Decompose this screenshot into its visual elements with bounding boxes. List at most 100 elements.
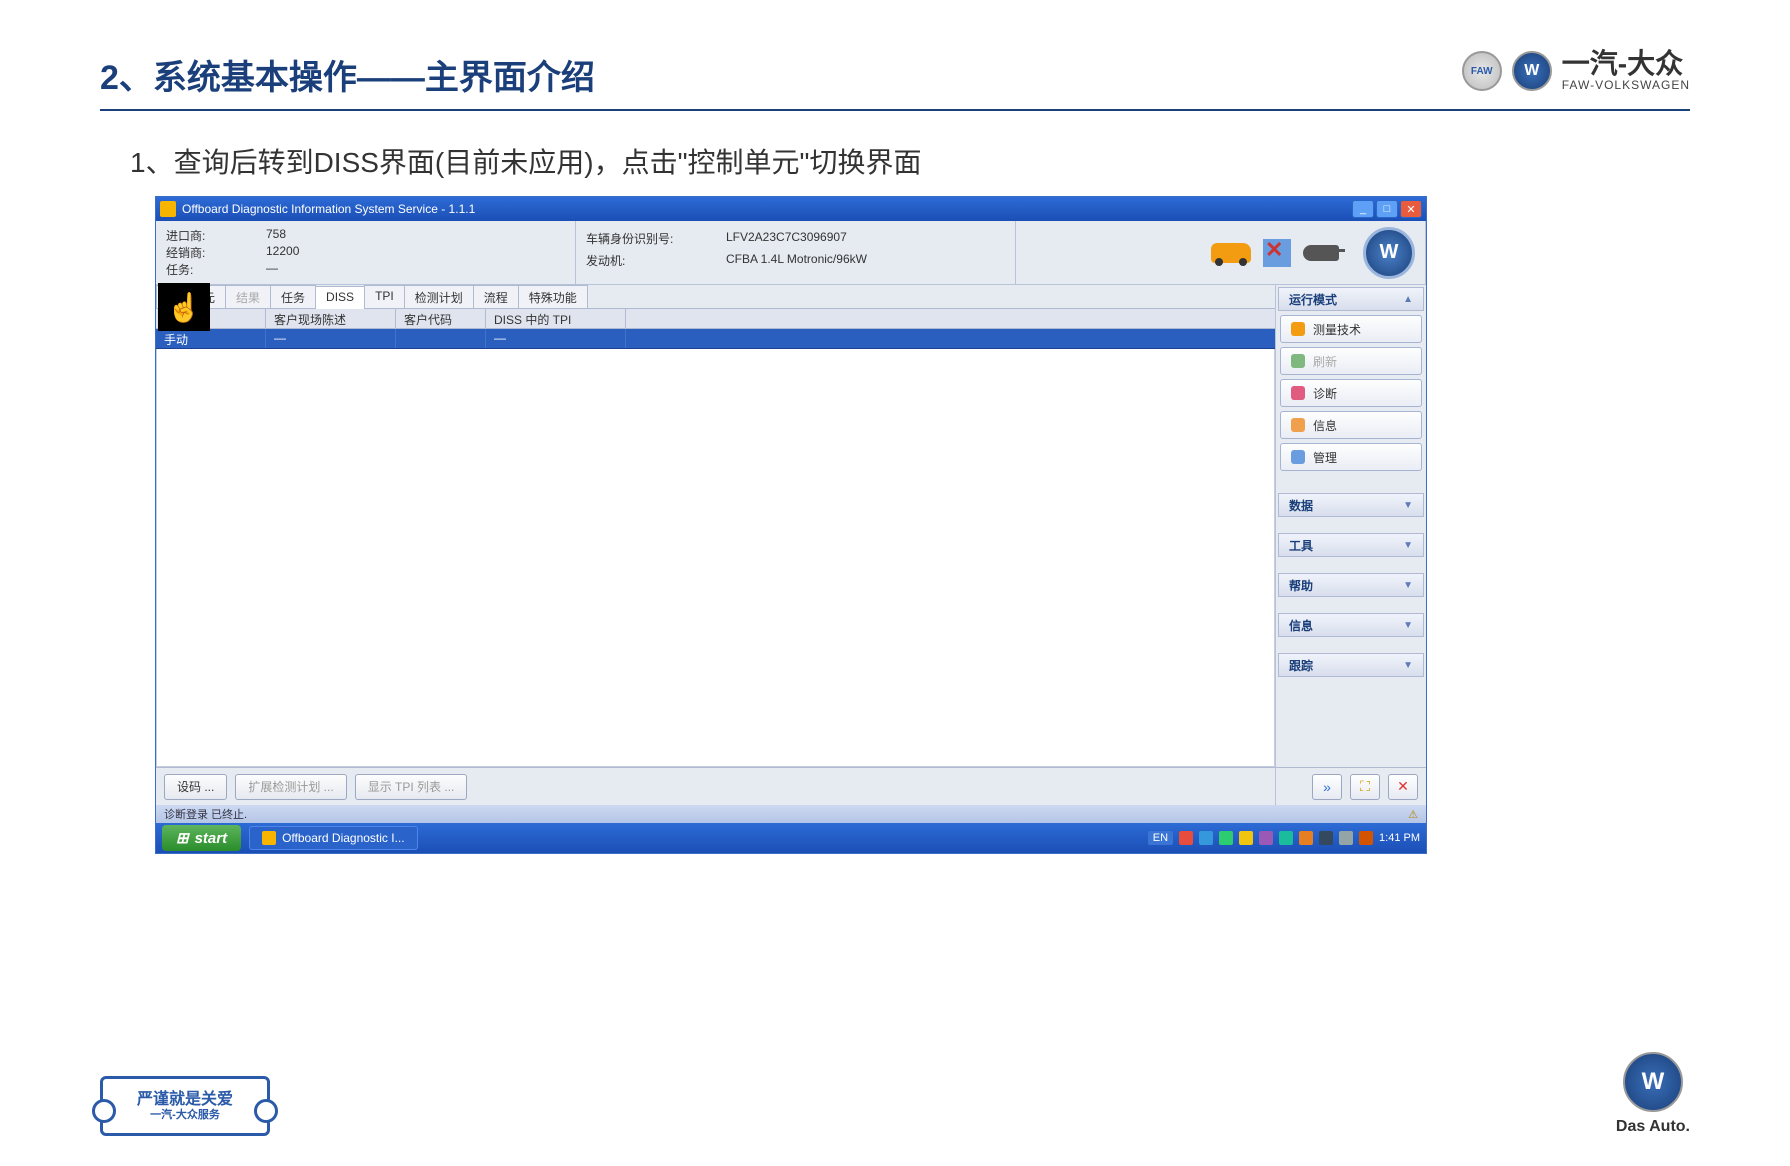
importer-value: 758 — [266, 227, 286, 244]
cell-code — [396, 329, 486, 348]
start-button[interactable]: ⊞start — [162, 825, 241, 851]
btn-coding[interactable]: 设码 ... — [164, 774, 227, 800]
cell-statement: — — [266, 329, 396, 348]
maximize-button[interactable]: □ — [1376, 200, 1398, 218]
app-icon — [262, 831, 276, 845]
engine-label: 发动机: — [586, 252, 726, 269]
minimize-button[interactable]: _ — [1352, 200, 1374, 218]
titlebar: Offboard Diagnostic Information System S… — [156, 197, 1426, 221]
brand-name: 一汽-大众 — [1562, 50, 1690, 78]
btn-refresh[interactable]: 刷新 — [1280, 347, 1422, 375]
tray-icon[interactable] — [1319, 831, 1333, 845]
btn-cancel[interactable]: ✕ — [1388, 774, 1418, 800]
statusbar: 诊断登录 已终止. ⚠ — [156, 805, 1426, 823]
col-statement: 客户现场陈述 — [266, 309, 396, 328]
slide-header: 2、系统基本操作——主界面介绍 FAW W 一汽-大众 FAW-VOLKSWAG… — [100, 50, 1690, 111]
panel-tools-header[interactable]: 工具▼ — [1278, 533, 1424, 557]
info-panel-right: W — [1016, 221, 1426, 284]
btn-show-tpi[interactable]: 显示 TPI 列表 ... — [355, 774, 468, 800]
chevron-down-icon: ▼ — [1403, 540, 1413, 551]
tray-icon[interactable] — [1239, 831, 1253, 845]
window-title: Offboard Diagnostic Information System S… — [182, 202, 475, 216]
table-header: 投诉号 客户现场陈述 客户代码 DISS 中的 TPI — [156, 309, 1275, 329]
status-text: 诊断登录 已终止. — [164, 806, 247, 822]
btn-manage[interactable]: 管理 — [1280, 443, 1422, 471]
tray-icon[interactable] — [1279, 831, 1293, 845]
engine-value: CFBA 1.4L Motronic/96kW — [726, 252, 867, 269]
info-panel-mid: 车辆身份识别号:LFV2A23C7C3096907 发动机:CFBA 1.4L … — [576, 221, 1016, 284]
refresh-icon — [1291, 354, 1305, 368]
system-tray: EN 1:41 PM — [1148, 831, 1420, 845]
tab-bar: 控制单元 结果 任务 DISS TPI 检测计划 流程 特殊功能 — [156, 285, 1275, 309]
gauge-icon — [1291, 322, 1305, 336]
vin-value: LFV2A23C7C3096907 — [726, 230, 847, 247]
disconnect-icon — [1263, 239, 1291, 267]
tab-tpi[interactable]: TPI — [364, 285, 405, 308]
btn-next[interactable]: » — [1312, 774, 1342, 800]
task-value: — — [266, 261, 278, 278]
chevron-down-icon: ▼ — [1403, 500, 1413, 511]
tab-task[interactable]: 任务 — [270, 285, 316, 308]
tray-icon[interactable] — [1299, 831, 1313, 845]
brand-subname: FAW-VOLKSWAGEN — [1562, 78, 1690, 92]
col-code: 客户代码 — [396, 309, 486, 328]
grid-body — [156, 349, 1275, 767]
stamp-line2: 一汽-大众服务 — [137, 1109, 233, 1122]
btn-extend-testplan[interactable]: 扩展检测计划 ... — [235, 774, 346, 800]
col-disstpi: DISS 中的 TPI — [486, 309, 626, 328]
slide-subtitle: 1、查询后转到DISS界面(目前未应用)，点击"控制单元"切换界面 — [130, 141, 1690, 181]
panel-trace-header[interactable]: 跟踪▼ — [1278, 653, 1424, 677]
lang-indicator[interactable]: EN — [1148, 831, 1173, 845]
tab-diss[interactable]: DISS — [315, 286, 365, 309]
tray-icon[interactable] — [1359, 831, 1373, 845]
logo-group: FAW W 一汽-大众 FAW-VOLKSWAGEN — [1462, 50, 1690, 92]
bottom-bar: 设码 ... 扩展检测计划 ... 显示 TPI 列表 ... — [156, 767, 1275, 805]
app-icon — [160, 201, 176, 217]
gear-icon — [1291, 450, 1305, 464]
tray-icon[interactable] — [1339, 831, 1353, 845]
tab-result[interactable]: 结果 — [225, 285, 271, 308]
tab-flow[interactable]: 流程 — [473, 285, 519, 308]
tab-testplan[interactable]: 检测计划 — [404, 285, 474, 308]
vin-label: 车辆身份识别号: — [586, 230, 726, 247]
chevron-down-icon: ▼ — [1403, 580, 1413, 591]
tray-icon[interactable] — [1259, 831, 1273, 845]
stamp-line1: 严谨就是关爱 — [137, 1090, 233, 1109]
cursor-hand-icon — [158, 283, 210, 331]
tray-icon[interactable] — [1179, 831, 1193, 845]
panel-data-header[interactable]: 数据▼ — [1278, 493, 1424, 517]
key-icon — [1303, 245, 1339, 261]
chevron-up-icon: ▲ — [1403, 294, 1413, 305]
table-row[interactable]: 手动 — — — [156, 329, 1275, 349]
warning-icon: ⚠ — [1408, 808, 1418, 821]
slide-title: 2、系统基本操作——主界面介绍 — [100, 50, 595, 99]
tray-icon[interactable] — [1199, 831, 1213, 845]
dasauto-text: Das Auto. — [1616, 1118, 1690, 1136]
cell-complaint: 手动 — [156, 329, 266, 348]
btn-diagnose[interactable]: 诊断 — [1280, 379, 1422, 407]
vw-logo-icon: W — [1623, 1052, 1683, 1112]
side-panel: 运行模式▲ 测量技术 刷新 诊断 信息 管理 数据▼ 工具▼ 帮助▼ 信息▼ 跟… — [1276, 285, 1426, 805]
panel-info-header[interactable]: 信息▼ — [1278, 613, 1424, 637]
task-label: 任务: — [166, 261, 266, 278]
chevron-down-icon: ▼ — [1403, 620, 1413, 631]
app-window: Offboard Diagnostic Information System S… — [155, 196, 1427, 854]
close-button[interactable]: ✕ — [1400, 200, 1422, 218]
panel-help-header[interactable]: 帮助▼ — [1278, 573, 1424, 597]
tab-special[interactable]: 特殊功能 — [518, 285, 588, 308]
btn-measure[interactable]: 测量技术 — [1280, 315, 1422, 343]
panel-mode-header[interactable]: 运行模式▲ — [1278, 287, 1424, 311]
taskbar: ⊞start Offboard Diagnostic I... EN 1:41 … — [156, 823, 1426, 853]
windows-icon: ⊞ — [176, 829, 189, 847]
taskbar-item-odis[interactable]: Offboard Diagnostic I... — [249, 826, 418, 850]
clock: 1:41 PM — [1379, 832, 1420, 844]
vw-badge-icon: W — [1363, 227, 1415, 279]
dasauto-block: W Das Auto. — [1616, 1052, 1690, 1136]
btn-expand[interactable]: ⛶ — [1350, 774, 1380, 800]
vw-logo-icon: W — [1512, 51, 1552, 91]
faw-logo-icon: FAW — [1462, 51, 1502, 91]
info-panel-left: 进口商:758 经销商:12200 任务:— — [156, 221, 576, 284]
tray-icon[interactable] — [1219, 831, 1233, 845]
stethoscope-icon — [1291, 386, 1305, 400]
btn-info[interactable]: 信息 — [1280, 411, 1422, 439]
